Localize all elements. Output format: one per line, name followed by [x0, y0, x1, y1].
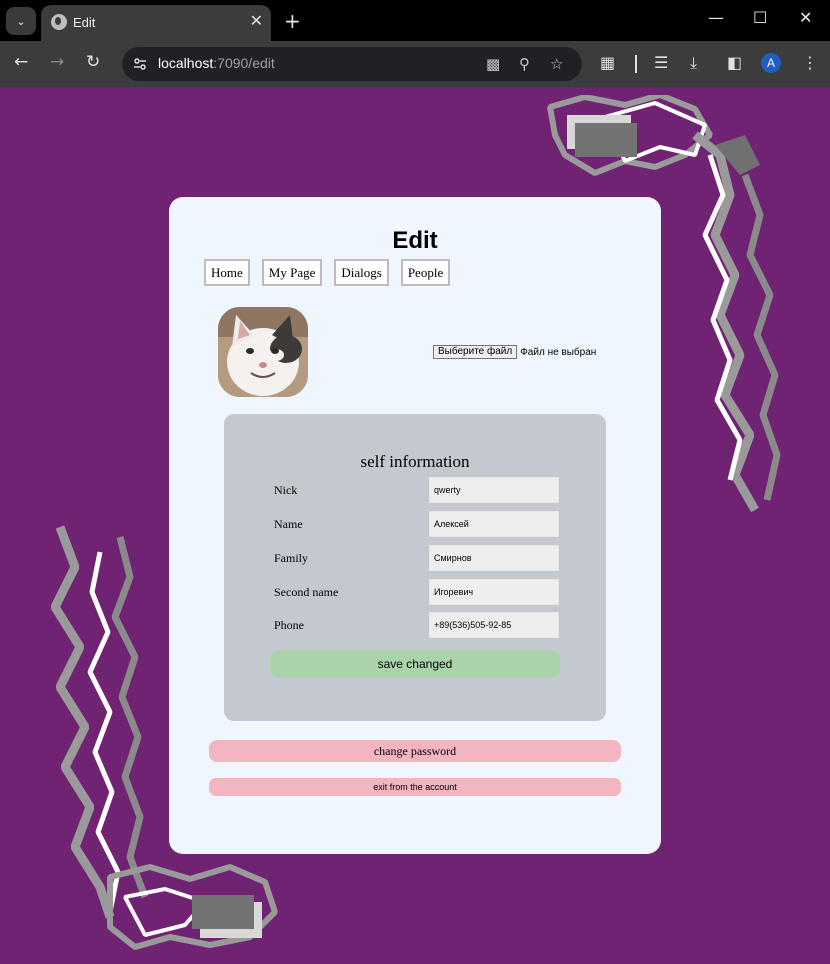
family-input[interactable]: Смирнов: [429, 545, 559, 571]
bookmark-star-icon[interactable]: ☆: [550, 55, 563, 73]
nick-input[interactable]: qwerty: [429, 477, 559, 503]
minimize-icon[interactable]: —: [708, 8, 724, 27]
nav-link-dialogs[interactable]: Dialogs: [334, 259, 389, 286]
save-changes-button[interactable]: save changed: [270, 650, 560, 678]
forward-icon[interactable]: →: [50, 52, 64, 72]
chevron-down-icon: ⌄: [16, 14, 26, 28]
field-row-second-name: Second name Игоревич: [274, 579, 559, 605]
address-bar[interactable]: localhost:7090/edit ▩ ⚲ ☆: [122, 47, 582, 81]
nav-link-my-page[interactable]: My Page: [261, 259, 323, 286]
translate-icon[interactable]: ▩: [486, 55, 500, 73]
menu-kebab-icon[interactable]: ⋮: [802, 53, 818, 72]
nav-links: Home My Page Dialogs People: [204, 259, 462, 286]
nav-link-home[interactable]: Home: [204, 259, 250, 286]
side-panel-icon[interactable]: ◧: [727, 53, 742, 72]
field-row-name: Name Алексей: [274, 511, 559, 537]
name-label: Name: [274, 517, 303, 531]
exit-account-button[interactable]: exit from the account: [209, 778, 621, 796]
family-label: Family: [274, 551, 309, 565]
profile-avatar[interactable]: A: [761, 53, 781, 73]
self-information-title: self information: [360, 452, 470, 471]
change-password-button[interactable]: change password: [209, 740, 621, 762]
toolbar-divider: [635, 55, 637, 73]
self-information-panel: self information Nick qwerty Name Алексе…: [224, 414, 606, 721]
page-title: Edit: [392, 227, 438, 254]
field-row-family: Family Смирнов: [274, 545, 559, 571]
site-info-icon[interactable]: [132, 56, 148, 72]
avatar-image: [218, 307, 308, 397]
close-window-icon[interactable]: ✕: [799, 8, 812, 27]
new-tab-icon[interactable]: +: [284, 9, 301, 33]
media-controls-icon[interactable]: ☰: [654, 53, 668, 72]
browser-toolbar: ← → ↻ localhost:7090/edit ▩ ⚲ ☆ ▦ ☰ ⤓ ◧ …: [0, 41, 830, 87]
phone-input[interactable]: +89(536)505-92-85: [429, 612, 559, 638]
back-icon[interactable]: ←: [14, 52, 28, 72]
field-row-phone: Phone +89(536)505-92-85: [274, 612, 559, 638]
url-text: localhost:7090/edit: [158, 55, 275, 71]
browser-tab-bar: ⌄ Edit ✕ + — ☐ ✕: [0, 0, 830, 41]
tab-title: Edit: [73, 15, 96, 30]
maximize-icon[interactable]: ☐: [753, 8, 767, 27]
phone-label: Phone: [274, 618, 304, 632]
tab-search-button[interactable]: ⌄: [6, 7, 36, 35]
nav-link-people[interactable]: People: [400, 259, 451, 286]
download-icon[interactable]: ⤓: [690, 53, 697, 73]
choose-file-button[interactable]: Выберите файл: [433, 345, 518, 359]
field-row-nick: Nick qwerty: [274, 477, 559, 503]
name-input[interactable]: Алексей: [429, 511, 559, 537]
second-name-label: Second name: [274, 585, 339, 599]
reload-icon[interactable]: ↻: [86, 52, 100, 72]
extensions-icon[interactable]: ▦: [600, 53, 615, 72]
avatar-file-input: Выберите файл Файл не выбран: [433, 345, 596, 359]
close-tab-icon[interactable]: ✕: [250, 11, 263, 30]
globe-icon: [51, 14, 67, 30]
page-background: Edit Home My Page Dialogs People Выберит…: [0, 87, 830, 964]
edit-card: Edit Home My Page Dialogs People Выберит…: [169, 197, 661, 854]
zoom-icon[interactable]: ⚲: [519, 55, 530, 73]
nick-label: Nick: [274, 483, 298, 497]
file-status-text: Файл не выбран: [520, 346, 597, 358]
second-name-input[interactable]: Игоревич: [429, 579, 559, 605]
browser-tab[interactable]: Edit ✕: [41, 5, 271, 41]
